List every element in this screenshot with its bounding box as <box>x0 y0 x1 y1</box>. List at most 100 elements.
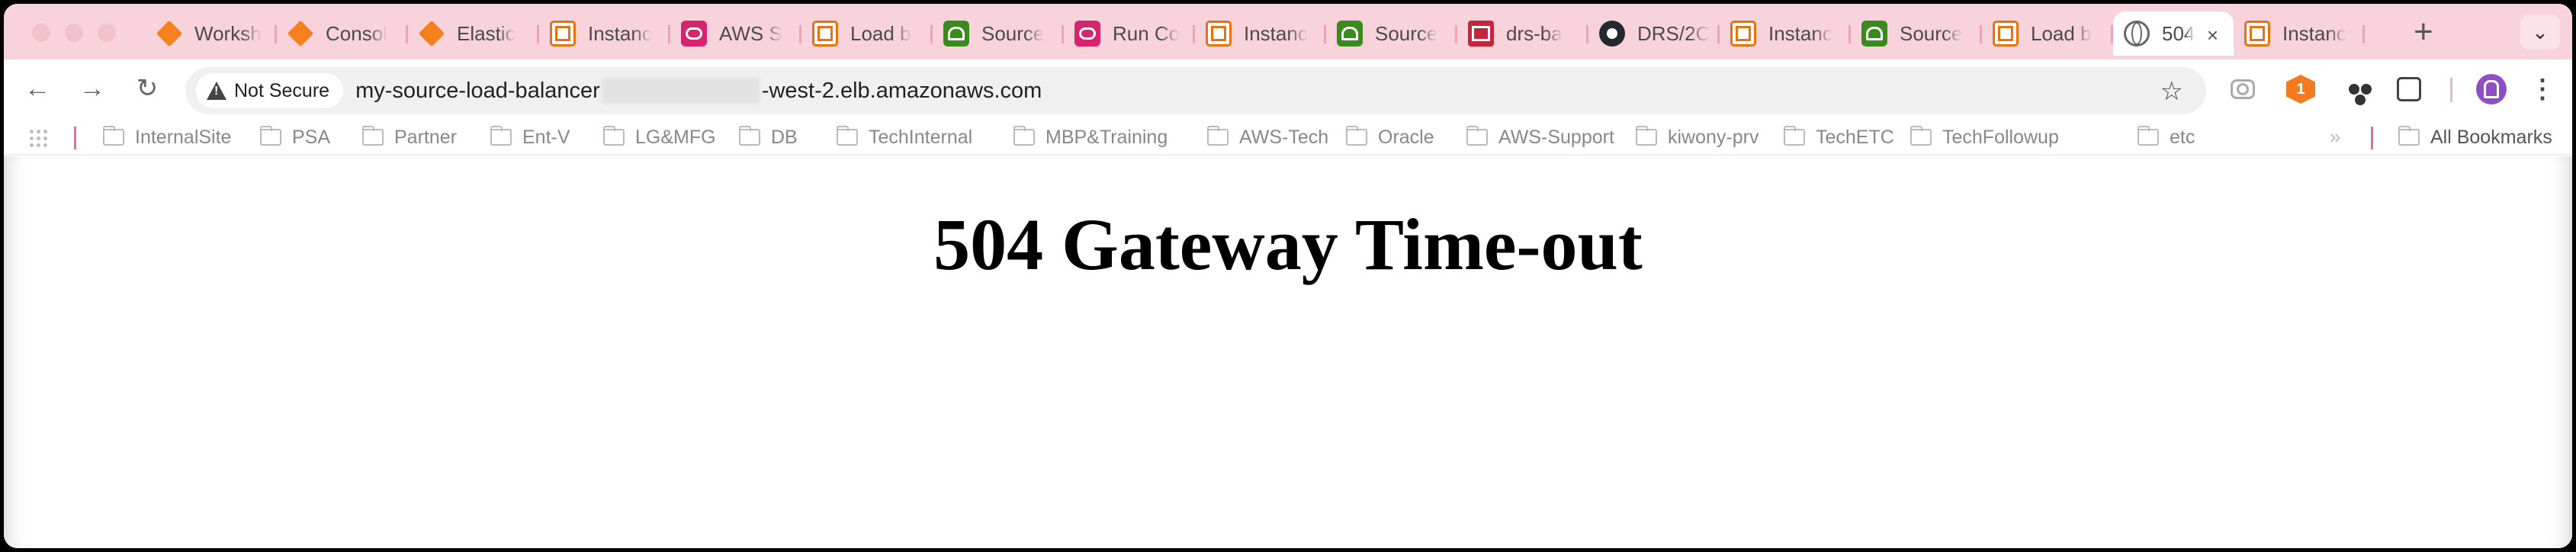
tab[interactable]: Source <box>1851 11 1982 56</box>
bookmark-folder[interactable]: DB <box>739 124 798 151</box>
page-content: 504 Gateway Time-out <box>4 156 2572 548</box>
ec2-instance-icon <box>812 21 838 47</box>
tab[interactable]: Instanc <box>539 11 670 56</box>
page-heading: 504 Gateway Time-out <box>933 204 1643 285</box>
reload-button[interactable]: ↻ <box>132 73 162 104</box>
bookmark-folder[interactable]: PSA <box>260 124 330 151</box>
ec2-instance-icon <box>550 21 576 47</box>
folder-icon <box>260 126 281 146</box>
folder-icon <box>1207 126 1229 146</box>
all-bookmarks-label: All Bookmarks <box>2430 126 2552 148</box>
bookmark-folder[interactable]: TechFollowup <box>1910 124 2059 151</box>
tab[interactable]: AWS S <box>670 11 801 56</box>
tab[interactable]: drs-ba <box>1457 11 1588 56</box>
globe-icon <box>2124 21 2150 47</box>
browser-window: Worksh Consol Elastic Instanc AWS S Load b Sou… <box>4 4 2572 548</box>
folder-icon <box>1346 126 1367 146</box>
tab-label: Elastic <box>457 21 516 45</box>
bookmark-folder[interactable]: TechInternal <box>837 124 972 151</box>
bookmark-folder[interactable]: LG&MFG <box>603 124 716 151</box>
toolbar-separator <box>2450 78 2452 102</box>
bookmark-folder[interactable]: Partner <box>362 124 457 151</box>
camera-icon[interactable] <box>2231 79 2255 99</box>
bookmarks-overflow-button[interactable]: » <box>2330 125 2340 149</box>
bookmarks-bar: InternalSite PSA Partner Ent-V LG&MFG DB TechI… <box>4 117 2572 156</box>
url-suffix: -west-2.elb.amazonaws.com <box>761 78 1042 103</box>
tab-label: Source <box>981 21 1045 45</box>
profile-avatar-icon[interactable] <box>2476 74 2507 104</box>
tab[interactable]: Instanc <box>1720 11 1851 56</box>
tab-label: 504 <box>2162 21 2195 45</box>
site-info-chip[interactable]: Not Secure <box>196 73 344 108</box>
tab[interactable]: Instanc <box>2234 11 2365 56</box>
tab[interactable]: Load b <box>801 11 933 56</box>
all-bookmarks-button[interactable]: All Bookmarks <box>2398 124 2552 151</box>
extensions-puzzle-icon[interactable] <box>2397 77 2421 101</box>
tab[interactable]: Source <box>1326 11 1457 56</box>
systems-manager-icon <box>1074 21 1100 47</box>
tab[interactable]: Consol <box>277 11 408 56</box>
address-bar[interactable]: Not Secure my-source-load-balancer -west… <box>185 67 2206 114</box>
ec2-instance-icon <box>1730 21 1756 47</box>
bag-icon <box>1468 21 1494 47</box>
security-label: Not Secure <box>234 79 330 101</box>
bookmark-label: Oracle <box>1378 126 1434 148</box>
tab-label: AWS S <box>719 21 782 45</box>
minimize-window-button[interactable] <box>65 24 83 42</box>
url-prefix: my-source-load-balancer <box>355 78 600 103</box>
forward-button[interactable]: → <box>77 73 108 104</box>
redacted-region <box>601 78 760 104</box>
aws-cube-icon <box>418 20 445 47</box>
tab-active[interactable]: 504 × <box>2113 11 2234 56</box>
tab[interactable]: Run Co <box>1064 11 1195 56</box>
apps-grid-icon[interactable] <box>28 128 48 148</box>
bookmark-label: TechInternal <box>869 126 973 148</box>
tab[interactable]: Instanc <box>1195 11 1326 56</box>
bookmark-star-icon[interactable]: ☆ <box>2160 76 2183 107</box>
tab-label: drs-ba <box>1506 21 1563 45</box>
back-button[interactable]: ← <box>22 73 53 104</box>
bookmark-label: AWS-Tech <box>1239 126 1329 148</box>
maximize-window-button[interactable] <box>98 24 116 42</box>
tab[interactable]: Load b <box>1982 11 2113 56</box>
bookmark-folder[interactable]: Oracle <box>1346 124 1434 151</box>
bookmark-folder[interactable]: AWS-Tech <box>1207 124 1328 151</box>
folder-icon <box>1466 126 1488 146</box>
extension-dots-icon[interactable] <box>2340 75 2369 104</box>
close-tab-icon[interactable]: × <box>2207 24 2218 47</box>
tab-list-button[interactable]: ⌄ <box>2520 14 2560 50</box>
tab[interactable]: Worksh <box>146 11 277 56</box>
bookmark-label: PSA <box>292 126 331 148</box>
bookmark-folder[interactable]: InternalSite <box>103 124 231 151</box>
tab-label: Instanc <box>1244 21 1308 45</box>
folder-icon <box>490 126 512 146</box>
window-controls <box>32 24 116 42</box>
folder-icon <box>603 126 625 146</box>
new-tab-button[interactable]: + <box>2414 13 2433 51</box>
bookmark-label: etc <box>2170 126 2195 148</box>
bookmark-label: MBP&Training <box>1045 126 1168 148</box>
bookmark-folder[interactable]: TechETC <box>1784 124 1894 151</box>
extension-orange-icon[interactable] <box>2286 75 2315 104</box>
bookmark-folder[interactable]: MBP&Training <box>1013 124 1168 151</box>
tab[interactable]: Source <box>933 11 1064 56</box>
close-window-button[interactable] <box>32 24 50 42</box>
bookmark-folder[interactable]: etc <box>2138 124 2195 151</box>
tab-label: Run Co <box>1113 21 1180 45</box>
tab[interactable]: Elastic <box>408 11 539 56</box>
bookmark-folder[interactable]: Ent-V <box>490 124 570 151</box>
browser-menu-icon[interactable]: ⋮ <box>2528 75 2557 104</box>
folder-icon <box>1910 126 1932 146</box>
bookmark-label: Partner <box>394 126 457 148</box>
tab-strip: Worksh Consol Elastic Instanc AWS S Load b Sou… <box>4 4 2572 59</box>
folder-icon <box>2138 126 2159 146</box>
tab[interactable]: DRS/2C <box>1588 11 1720 56</box>
tab-label: Consol <box>326 21 387 45</box>
ec2-instance-icon <box>1993 21 2019 47</box>
tab-label: Source <box>1375 21 1438 45</box>
bookmark-folder[interactable]: AWS-Support <box>1466 124 1614 151</box>
bookmark-folder[interactable]: kiwony-prv <box>1636 124 1759 151</box>
folder-icon <box>2398 126 2420 146</box>
url-text[interactable]: my-source-load-balancer -west-2.elb.amaz… <box>355 78 1042 104</box>
ec2-instance-icon <box>2244 21 2270 47</box>
